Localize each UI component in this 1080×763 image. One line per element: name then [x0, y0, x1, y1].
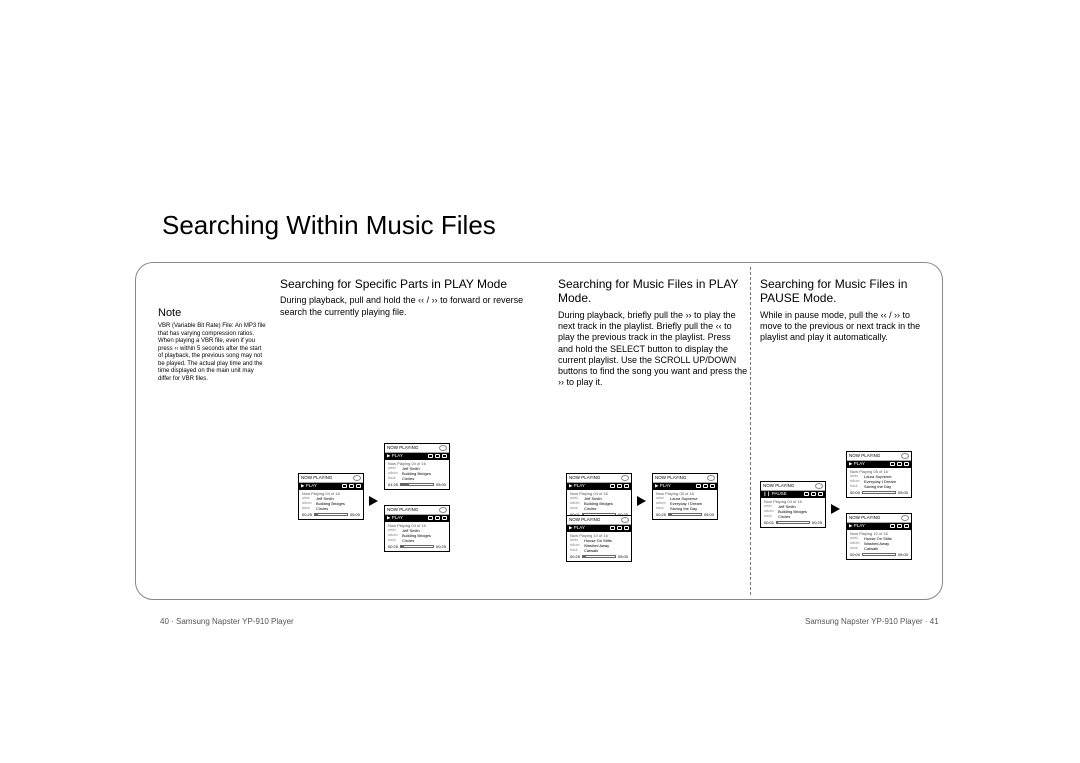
arrow-icon [369, 496, 378, 506]
arrow-icon [637, 496, 646, 506]
device-screen: NOW PLAYING ▶ PLAY Now Playing 05 of 16 … [652, 473, 718, 520]
section3-body: While in pause mode, pull the ‹‹ / ›› to… [760, 310, 930, 344]
section2-heading: Searching for Music Files in PLAY Mode. [558, 277, 748, 306]
device-screen: NOW PLAYING ▶ PLAY Now Playing 10 of 16 … [846, 513, 912, 560]
note-heading: Note [158, 307, 268, 319]
section-play-search-files: Searching for Music Files in PLAY Mode. … [558, 277, 748, 389]
device-screen: NOW PLAYING ❙❙ PAUSE Now Playing 04 of 1… [760, 481, 826, 528]
arrow-icon [831, 504, 840, 514]
page-title: Searching Within Music Files [162, 210, 496, 241]
section2-body: During playback, briefly pull the ›› to … [558, 310, 748, 389]
section-play-search-parts: Searching for Specific Parts in PLAY Mod… [280, 277, 550, 318]
section-divider [750, 267, 751, 595]
content-panel: Note VBR (Variable Bit Rate) File: An MP… [135, 262, 943, 600]
section1-heading: Searching for Specific Parts in PLAY Mod… [280, 277, 550, 291]
section3-heading: Searching for Music Files in PAUSE Mode. [760, 277, 930, 306]
device-screen: NOW PLAYING ▶ PLAY Now Playing 05 of 16 … [846, 451, 912, 498]
device-screen: NOW PLAYING ▶ PLAY Now Playing 10 of 16 … [566, 515, 632, 562]
section-pause-search-files: Searching for Music Files in PAUSE Mode.… [760, 277, 930, 344]
note-body: VBR (Variable Bit Rate) File: An MP3 fil… [158, 323, 268, 383]
footer-left: 40 · Samsung Napster YP-910 Player [160, 617, 294, 626]
device-screen: NOW PLAYING ▶ PLAY Now Playing 04 of 16 … [384, 443, 450, 490]
device-screen: NOW PLAYING ▶ PLAY Now Playing 04 of 16 … [566, 473, 632, 520]
device-screen: NOW PLAYING ▶ PLAY Now Playing 04 of 16 … [384, 505, 450, 552]
footer-right: Samsung Napster YP-910 Player · 41 [805, 617, 939, 626]
note-column: Note VBR (Variable Bit Rate) File: An MP… [158, 307, 268, 383]
section1-body: During playback, pull and hold the ‹‹ / … [280, 295, 550, 318]
device-screen: NOW PLAYING ▶ PLAY Now Playing 04 of 16 … [298, 473, 364, 520]
